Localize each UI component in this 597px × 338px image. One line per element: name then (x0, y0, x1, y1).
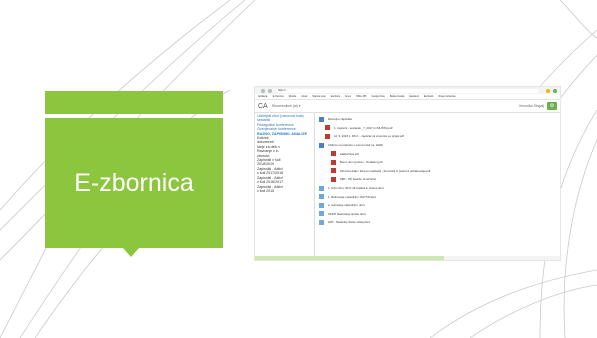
pdf-icon (331, 151, 336, 157)
title-box: E-zbornica (45, 118, 223, 248)
list-item[interactable]: 2. redovanje naslednjim. docx (319, 201, 556, 210)
sidebar-item[interactable]: v šoli 2015 (257, 189, 312, 193)
app-header: CA Stromieniłow (ai) ▾ Veronika Šingalj … (255, 100, 560, 113)
file-name[interactable]: 1. Srčni zbor, 2017-18 Analiza in pristo… (328, 186, 384, 190)
course-menu[interactable]: Stromieniłow (ai) ▾ (272, 104, 301, 108)
folder-icon (319, 116, 324, 122)
list-item[interactable]: SKRIT Redovanje spisan.docx (319, 210, 556, 219)
bookmark[interactable]: Aplikacije (258, 96, 268, 98)
gear-icon[interactable]: ⚙ (547, 102, 557, 110)
title-pointer (123, 248, 139, 257)
bookmark[interactable]: Easistent (409, 96, 418, 98)
list-item[interactable]: Razvojne zapisnike (319, 115, 556, 124)
document-icon (319, 219, 324, 225)
file-name[interactable]: LPR - Naslednji zbirke učitelj.docx (328, 220, 370, 224)
file-name[interactable]: 1. Redovanje naslednjim 16177/8.docx (328, 195, 376, 199)
file-name[interactable]: 1. zapisnik - sestanek _7_2017 (ni MUŠTA… (334, 126, 392, 130)
file-name[interactable]: Razvojne zapisnike (328, 117, 352, 121)
app-logo[interactable]: CA (258, 103, 268, 110)
bookmark[interactable]: Gmail (301, 96, 307, 98)
list-item[interactable]: Borov dom (prelom - Dodaten).pdf (319, 158, 556, 167)
file-name[interactable]: SKRIT Redovanje spisan.docx (328, 212, 366, 216)
forward-icon[interactable] (268, 88, 272, 93)
progress-fill (255, 256, 445, 260)
file-name[interactable]: 2. redovanje naslednjim. docx (328, 203, 365, 207)
document-icon (319, 211, 324, 217)
bookmark[interactable]: Druge zaznamke (438, 96, 455, 98)
file-name[interactable]: Borov dom (prelom - Dodaten).pdf (340, 160, 382, 164)
title-accent-band (45, 91, 223, 114)
file-name[interactable]: Zbornica dalje / lista po realizaciji - … (340, 169, 430, 173)
bookmark[interactable]: Eucbenik (424, 96, 433, 98)
pdf-icon (325, 125, 330, 131)
star-icon[interactable] (546, 88, 550, 93)
bookmark[interactable]: Google Drive (371, 96, 384, 98)
list-item[interactable]: ZBP - OŠ (ksavfe; ki-tečnica) (319, 175, 556, 184)
slide-title: E-zbornica (74, 168, 194, 197)
bookmark[interactable]: Spletna stran (312, 96, 326, 98)
list-item[interactable]: 1. Redovanje naslednjim 16177/8.docx (319, 192, 556, 201)
list-item[interactable]: Zaključnica.pdf (319, 149, 556, 158)
status-bar (255, 256, 560, 260)
sidebar: Učiteljski zbor (osnovna šola) sestanki … (255, 113, 315, 260)
bookmark[interactable]: E-zbornica (273, 96, 284, 98)
back-icon[interactable] (261, 88, 265, 93)
bookmark[interactable]: Arnes (345, 96, 351, 98)
browser-address-bar: https://... (255, 87, 560, 94)
pdf-icon (331, 159, 336, 165)
file-name[interactable]: Zaključnica.pdf (340, 152, 359, 156)
list-item[interactable]: Zbornica dalje / lista po realizaciji - … (319, 167, 556, 176)
extension-icon[interactable] (553, 88, 557, 93)
bookmark[interactable]: Office 365 (356, 96, 366, 98)
list-item[interactable]: 1. Srčni zbor, 2017-18 Analiza in pristo… (319, 184, 556, 193)
url-field[interactable]: https://... (276, 88, 539, 93)
pdf-icon (331, 176, 336, 182)
list-item[interactable]: LPR - Naslednji zbirke učitelj.docx (319, 218, 556, 227)
pdf-icon (325, 133, 330, 139)
pdf-icon (331, 168, 336, 174)
file-name[interactable]: 12. 9. 2018 1. RS 0. - zapisnik za smern… (334, 134, 404, 138)
document-icon (319, 194, 324, 200)
app-screenshot: https://... Aplikacije E-zbornica Moodle… (254, 86, 561, 261)
bookmark[interactable]: Bralna znacka (390, 96, 405, 98)
bookmark[interactable]: Eucilnica (331, 96, 340, 98)
document-icon (319, 185, 324, 191)
list-item[interactable]: 1. zapisnik - sestanek _7_2017 (ni MUŠTA… (319, 124, 556, 133)
file-list: Razvojne zapisnike 1. zapisnik - sestane… (315, 113, 560, 260)
user-name[interactable]: Veronika Šingalj (519, 104, 544, 108)
folder-icon (319, 142, 324, 148)
file-name[interactable]: ZBP - OŠ (ksavfe; ki-tečnica) (340, 177, 376, 181)
file-name[interactable]: Učilnice na prehodu v osnovni šoli (ur. … (328, 143, 383, 147)
list-item[interactable]: Učilnice na prehodu v osnovni šoli (ur. … (319, 141, 556, 150)
bookmark[interactable]: Moodle (289, 96, 297, 98)
list-item[interactable]: 12. 9. 2018 1. RS 0. - zapisnik za smern… (319, 132, 556, 141)
document-icon (319, 202, 324, 208)
